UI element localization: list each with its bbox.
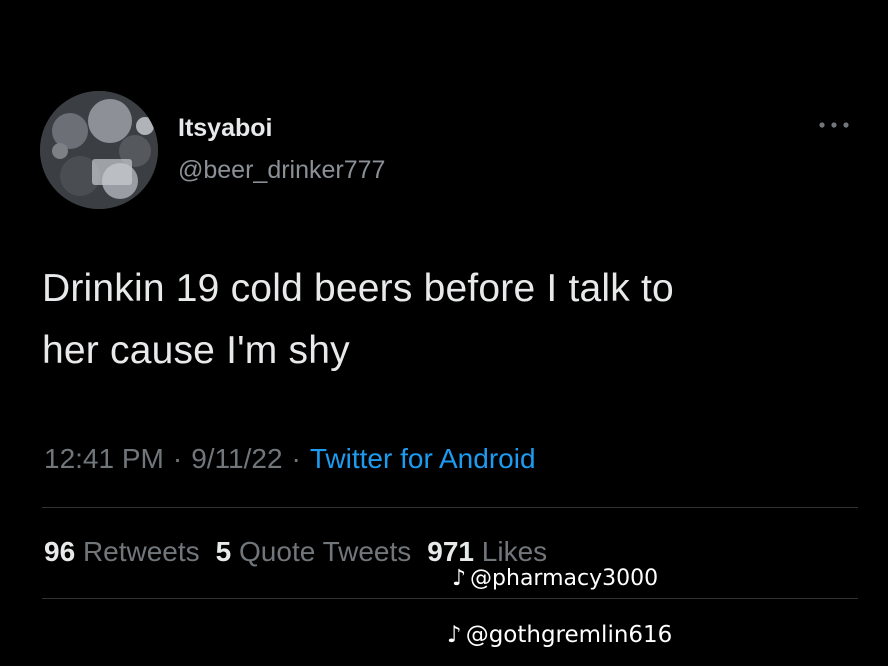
watermark-overlay: ♪ @pharmacy3000 <box>452 566 658 591</box>
engagement-stats: 96 Retweets 5 Quote Tweets 971 Likes <box>44 536 563 568</box>
meta-separator: · <box>291 443 301 474</box>
quote-tweets-label: Quote Tweets <box>239 536 412 567</box>
quote-tweets-stat[interactable]: 5 Quote Tweets <box>216 536 412 567</box>
tweet-text-line: Drinkin 19 cold beers before I talk to <box>42 267 674 310</box>
tweet-source-link[interactable]: Twitter for Android <box>310 443 536 474</box>
divider <box>42 598 858 599</box>
watermark-text: @pharmacy3000 <box>470 566 659 591</box>
display-name[interactable]: Itsyaboi <box>178 114 272 143</box>
retweets-stat[interactable]: 96 Retweets <box>44 536 200 567</box>
tweet-time[interactable]: 12:41 PM <box>44 443 164 474</box>
likes-label: Likes <box>481 536 548 567</box>
watermark-text: @gothgremlin616 <box>465 622 673 648</box>
avatar-image <box>40 91 158 209</box>
tweet-detail: Itsyaboi @beer_drinker777 Drinkin 19 col… <box>0 0 888 666</box>
tiktok-icon: ♪ <box>452 566 467 591</box>
avatar[interactable] <box>40 91 158 209</box>
more-horizontal-icon[interactable] <box>814 115 854 135</box>
tweet-date[interactable]: 9/11/22 <box>191 443 282 474</box>
tweet-text: Drinkin 19 cold beers before I talk to h… <box>42 258 842 382</box>
tiktok-icon: ♪ <box>447 622 462 648</box>
retweets-count: 96 <box>44 536 76 567</box>
tweet-text-line: her cause I'm shy <box>42 329 350 372</box>
quote-tweets-count: 5 <box>215 536 232 567</box>
divider <box>42 507 858 508</box>
meta-separator: · <box>172 443 183 474</box>
tweet-meta: 12:41 PM · 9/11/22 · Twitter for Android <box>44 443 536 475</box>
user-handle[interactable]: @beer_drinker777 <box>178 156 385 185</box>
watermark-overlay: ♪ @gothgremlin616 <box>447 622 672 648</box>
retweets-label: Retweets <box>82 536 200 567</box>
likes-count: 971 <box>427 536 474 567</box>
likes-stat[interactable]: 971 Likes <box>427 536 547 567</box>
